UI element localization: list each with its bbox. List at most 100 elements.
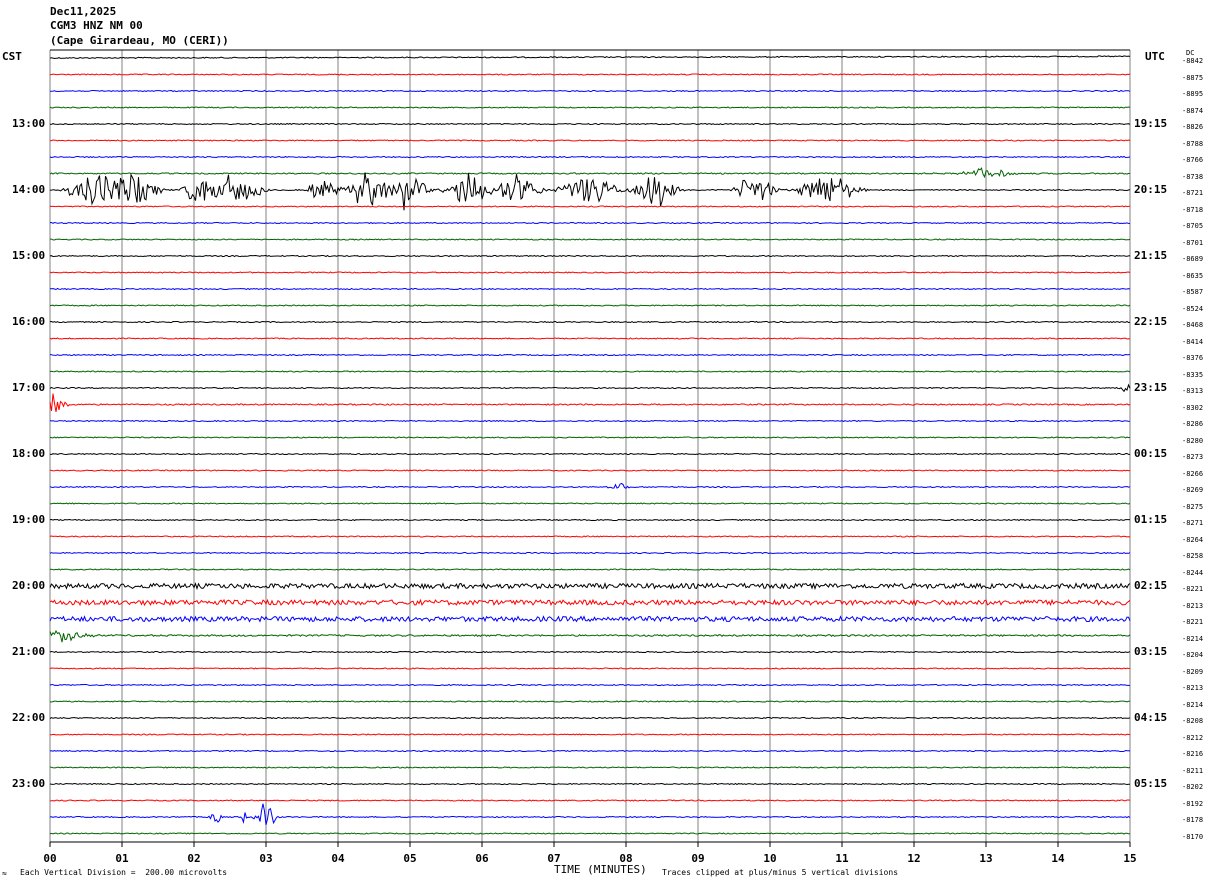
right-timezone-label: UTC (1145, 50, 1165, 63)
dc-offset-label: -8766 (1182, 156, 1204, 164)
trace-line-25 (49, 469, 1131, 472)
x-tick-label-14: 14 (1051, 852, 1065, 865)
x-tick-label-03: 03 (259, 852, 272, 865)
dc-offset-label: -8826 (1182, 123, 1204, 131)
left-hour-label: 14:00 (12, 183, 46, 196)
trace-line-34 (49, 615, 1131, 623)
dc-offset-label: -8214 (1182, 700, 1204, 709)
dc-offset-label: -8269 (1182, 486, 1204, 494)
dc-offset-label: -8209 (1182, 667, 1204, 676)
right-hour-label: 04:15 (1134, 711, 1168, 724)
right-hour-label: 21:15 (1134, 249, 1168, 262)
trace-line-11 (50, 238, 1131, 241)
dc-offset-label: -8214 (1182, 634, 1204, 643)
header-date: Dec11,2025 (50, 5, 117, 18)
x-tick-label-09: 09 (691, 852, 704, 865)
dc-offset-label: -8212 (1182, 733, 1204, 742)
dc-offset-label: -8275 (1182, 502, 1204, 511)
left-hour-label: 23:00 (12, 777, 46, 790)
trace-line-30 (49, 551, 1131, 555)
dc-offset-label: -8280 (1182, 436, 1204, 445)
trace-line-35 (49, 629, 1131, 643)
trace-line-39 (49, 700, 1131, 703)
dc-offset-label: -8244 (1182, 568, 1204, 577)
trace-line-31 (49, 568, 1131, 571)
left-hour-label: 21:00 (12, 645, 46, 658)
dc-offset-label: -8286 (1182, 420, 1204, 428)
trace-line-26 (49, 482, 1131, 489)
minute-gridlines (49, 49, 1131, 843)
dc-offset-label: -8721 (1182, 189, 1204, 197)
trace-line-2 (50, 89, 1131, 93)
trace-line-43 (49, 766, 1131, 769)
seismogram-plot: 00 01 02 03 04 05 06 07 08 09 10 11 12 13 14 15 (43, 49, 1137, 865)
left-hour-label: 17:00 (12, 381, 46, 394)
x-tick-label-00: 00 (43, 852, 56, 865)
dc-offset-label: -8701 (1182, 238, 1204, 247)
clip-note: Traces clipped at plus/minus 5 vertical … (662, 868, 899, 877)
trace-line-9 (49, 205, 1131, 208)
trace-line-14 (49, 287, 1131, 291)
trace-line-36 (49, 650, 1131, 654)
scale-note: Each Vertical Division = 200.00 microvol… (20, 868, 228, 877)
trace-line-17 (49, 337, 1131, 340)
dc-offset-label: -8258 (1182, 552, 1204, 560)
dc-offset-label: -8587 (1182, 288, 1204, 296)
trace-line-22 (49, 419, 1131, 423)
x-tick-label-13: 13 (979, 852, 992, 865)
trace-line-10 (49, 221, 1131, 225)
dc-offset-label: -8875 (1182, 73, 1204, 82)
trace-line-24 (49, 452, 1130, 456)
logo-glyph: ≈ (2, 869, 7, 878)
dc-offset-label: -8376 (1182, 354, 1204, 362)
left-hour-label: 19:00 (12, 513, 46, 526)
trace-line-40 (49, 716, 1131, 720)
trace-line-44 (49, 782, 1130, 786)
trace-line-7 (49, 167, 1131, 179)
x-tick-label-01: 01 (115, 852, 129, 865)
dc-offset-label: -8208 (1182, 717, 1204, 725)
dc-offset-label: -8213 (1182, 601, 1204, 610)
dc-offset-label: -8178 (1182, 816, 1204, 824)
dc-offset-label: -8689 (1182, 255, 1204, 263)
left-timezone-label: CST (2, 50, 22, 63)
dc-offset-label: -8221 (1182, 585, 1204, 593)
dc-offset-label: -8211 (1182, 766, 1204, 775)
x-tick-label-02: 02 (187, 852, 200, 865)
dc-offset-label: -8842 (1182, 57, 1204, 65)
trace-line-12 (49, 254, 1131, 258)
dc-offset-label: -8738 (1182, 172, 1204, 181)
dc-offset-label: -8266 (1182, 469, 1204, 478)
trace-line-37 (49, 667, 1131, 670)
dc-offset-label: -8271 (1182, 519, 1204, 527)
x-axis-label: TIME (MINUTES) (554, 863, 647, 876)
dc-offset-label: -8468 (1182, 321, 1204, 329)
trace-line-41 (49, 733, 1131, 736)
dc-header-label: DC (1186, 49, 1195, 57)
dc-offset-label: -8895 (1182, 90, 1204, 98)
right-hour-label: 03:15 (1134, 645, 1168, 658)
dc-offset-label: -8216 (1182, 750, 1204, 758)
dc-offset-label: -8718 (1182, 205, 1204, 214)
trace-line-21 (49, 393, 1131, 412)
right-hour-label: 05:15 (1134, 777, 1168, 790)
x-tick-label-06: 06 (475, 852, 489, 865)
trace-line-45 (49, 799, 1131, 802)
dc-offset-label: -8221 (1182, 618, 1204, 626)
trace-line-28 (49, 518, 1131, 522)
dc-offset-label: -8313 (1182, 387, 1204, 395)
left-hour-label: 20:00 (12, 579, 46, 592)
trace-line-42 (49, 749, 1131, 753)
trace-line-5 (49, 139, 1131, 142)
time-axis: 00 01 02 03 04 05 06 07 08 09 10 11 12 13 14 15 (43, 842, 1137, 865)
dc-offset-label: -8204 (1182, 651, 1204, 659)
left-hour-label: 22:00 (12, 711, 46, 724)
right-hour-label: 20:15 (1134, 183, 1168, 196)
dc-offset-label: -8170 (1182, 832, 1204, 841)
trace-line-32 (49, 582, 1131, 591)
trace-line-16 (49, 320, 1131, 324)
x-tick-label-10: 10 (763, 852, 776, 865)
trace-line-15 (49, 304, 1131, 307)
right-hour-label: 01:15 (1134, 513, 1168, 526)
dc-offset-label: -8202 (1182, 783, 1204, 791)
